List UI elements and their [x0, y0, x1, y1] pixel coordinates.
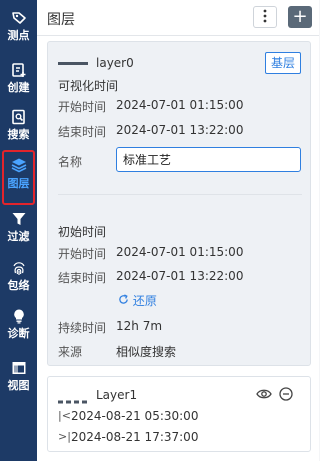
end-time-value[interactable]: 2024-07-01 13:22:00 [116, 123, 243, 137]
rail-label: 过滤 [7, 230, 30, 243]
rail-label: 视图 [7, 379, 30, 392]
more-options-button[interactable] [253, 6, 277, 28]
rail-item-search[interactable]: 搜索 [0, 103, 37, 147]
start-prefix-icon: |< [58, 409, 71, 422]
initial-start-label: 开始时间 [58, 247, 107, 261]
end-time-label: 结束时间 [58, 125, 107, 139]
layers-icon [11, 157, 27, 173]
panel-header: 图层 + [37, 0, 319, 36]
base-layer-badge[interactable]: 基层 [265, 52, 302, 74]
refresh-icon [118, 294, 133, 308]
plus-icon: + [292, 6, 308, 27]
solid-line-style-icon [58, 62, 88, 65]
search-doc-icon [11, 109, 27, 125]
bulb-icon [11, 308, 27, 324]
start-time-label: 开始时间 [58, 100, 107, 114]
restore-button[interactable]: 还原 [118, 292, 157, 309]
source-value: 相似度搜索 [116, 345, 177, 359]
layer-card-layer0[interactable]: layer0 基层 可视化时间 开始时间 2024-07-01 01:15:00… [47, 41, 311, 366]
initial-end-value: 2024-07-01 13:22:00 [116, 269, 244, 283]
layer-name-input[interactable] [116, 147, 301, 172]
name-label: 名称 [58, 155, 83, 169]
rail-item-view[interactable]: 视图 [0, 354, 37, 398]
create-icon [11, 62, 27, 78]
remove-circle-icon[interactable] [279, 387, 293, 404]
filter-icon [11, 211, 27, 227]
add-layer-button[interactable]: + [288, 6, 312, 28]
tag-icon [11, 10, 27, 26]
window-icon [11, 360, 27, 376]
initial-time-title: 初始时间 [58, 225, 107, 239]
initial-end-label: 结束时间 [58, 271, 107, 285]
rail-label: 图层 [7, 177, 30, 190]
rail-item-filter[interactable]: 过滤 [0, 205, 37, 249]
divider [58, 194, 302, 195]
rail-item-layers[interactable]: 图层 [2, 150, 35, 205]
layers-panel: 图层 + layer0 基层 可视化时间 开始时间 2024-07-01 01:… [37, 0, 319, 461]
dashed-line-style-icon [58, 393, 90, 407]
rail-label: 创建 [7, 81, 30, 94]
left-nav-rail: 测点 创建 搜索 图层 过滤 包络 诊断 视图 [0, 0, 37, 461]
start-time-value[interactable]: 2024-07-01 01:15:00 [116, 98, 243, 112]
rail-item-diagnose[interactable]: 诊断 [0, 302, 37, 346]
layer1-start-value: 2024-08-21 05:30:00 [71, 409, 199, 423]
more-vertical-icon [263, 9, 267, 26]
end-prefix-icon: >| [58, 430, 71, 443]
restore-label: 还原 [132, 294, 157, 308]
source-label: 来源 [58, 345, 83, 359]
layer-name: layer0 [96, 56, 134, 70]
rail-label: 包络 [7, 279, 30, 292]
visible-time-title: 可视化时间 [58, 79, 119, 93]
eye-icon[interactable] [256, 387, 272, 404]
rail-label: 测点 [7, 29, 30, 42]
rail-label: 搜索 [7, 128, 30, 141]
page-title: 图层 [47, 12, 75, 28]
duration-label: 持续时间 [58, 321, 107, 335]
rail-item-envelope[interactable]: 包络 [0, 254, 37, 298]
layer-name: Layer1 [96, 388, 138, 402]
rail-label: 诊断 [7, 327, 30, 340]
fingerprint-icon [11, 260, 27, 276]
rail-item-create[interactable]: 创建 [0, 56, 37, 100]
layer1-end-value: 2024-08-21 17:37:00 [71, 430, 199, 444]
rail-item-measure[interactable]: 测点 [0, 4, 37, 48]
layer-card-layer1[interactable]: Layer1 |< 2024-08-21 05:30:00 >| 2024-08… [47, 376, 311, 452]
initial-start-value: 2024-07-01 01:15:00 [116, 245, 244, 259]
duration-value: 12h 7m [116, 319, 163, 333]
